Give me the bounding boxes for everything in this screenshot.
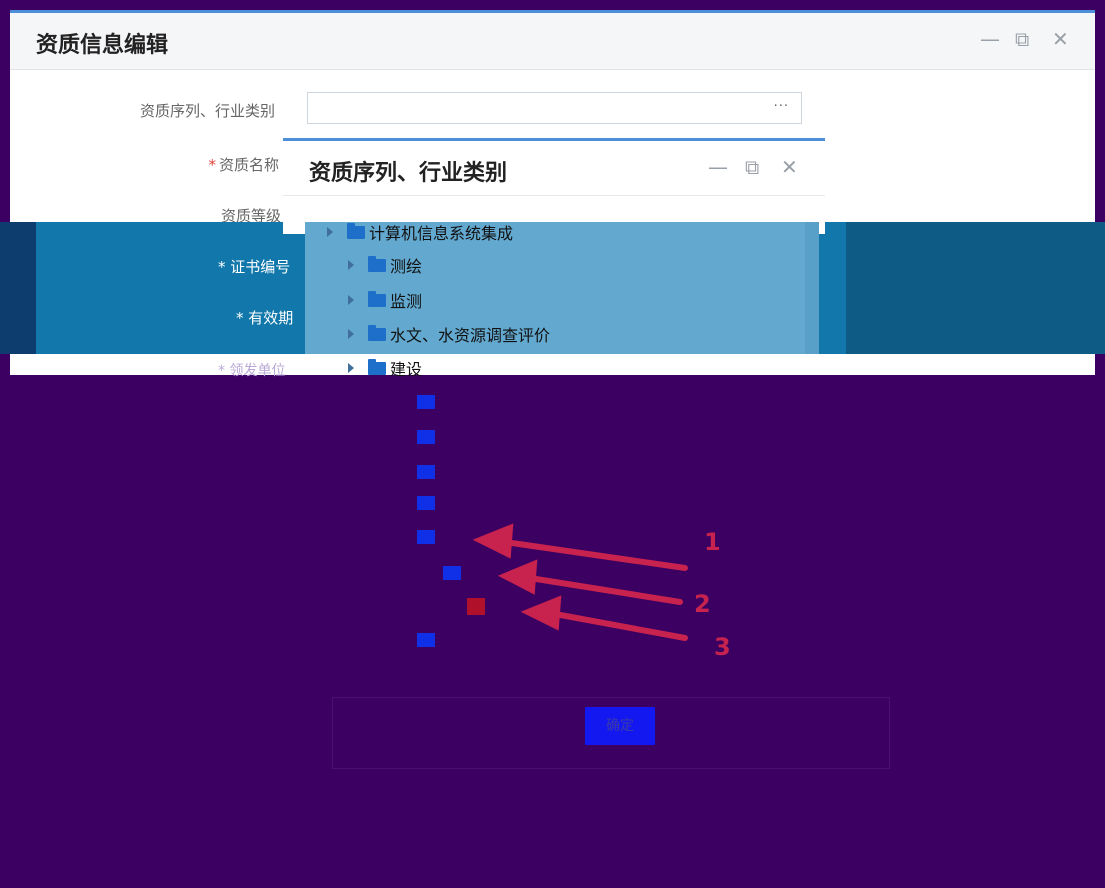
folder-icon bbox=[417, 395, 435, 409]
expand-arrow-icon[interactable] bbox=[348, 295, 354, 305]
certificate-number-label: * 证书编号 bbox=[218, 258, 291, 276]
qualification-name-label: * 资质名称 bbox=[208, 156, 279, 174]
folder-icon bbox=[347, 222, 365, 239]
validity-label: * 有效期 bbox=[236, 309, 294, 327]
tree-item-monitoring[interactable]: 监测 bbox=[348, 288, 422, 316]
tree-item-hydrology[interactable]: 水文、水资源调查评价 bbox=[348, 322, 550, 350]
sub-dialog-title: 资质序列、行业类别 bbox=[309, 161, 508, 186]
folder-icon bbox=[368, 255, 386, 272]
expand-arrow-icon[interactable] bbox=[348, 329, 354, 339]
sub-maximize-icon[interactable]: ⧉ bbox=[745, 155, 759, 179]
annotation-number-1: 1 bbox=[704, 528, 721, 556]
arrow-head-icon bbox=[497, 559, 538, 595]
annotation-arrow-3 bbox=[552, 611, 688, 641]
close-icon[interactable]: ✕ bbox=[1052, 27, 1069, 51]
expand-arrow-icon[interactable] bbox=[348, 260, 354, 270]
tree-item-construction[interactable]: 建设 bbox=[348, 356, 422, 384]
folder-icon bbox=[417, 430, 435, 444]
issuing-unit-label: * 领发单位 bbox=[218, 363, 286, 379]
tree-item-computer-integration[interactable]: 计算机信息系统集成 bbox=[327, 220, 513, 248]
sub-dialog-divider bbox=[283, 195, 825, 196]
annotation-number-3: 3 bbox=[714, 633, 731, 661]
main-dialog-title: 资质信息编辑 bbox=[36, 33, 169, 58]
overlay-band-edge bbox=[0, 222, 36, 354]
folder-icon bbox=[417, 633, 435, 647]
folder-icon bbox=[417, 530, 435, 544]
folder-icon bbox=[368, 324, 386, 341]
expand-arrow-icon[interactable] bbox=[348, 363, 354, 373]
tree-scrollbar[interactable] bbox=[805, 222, 819, 354]
main-dialog-titlebar: 资质信息编辑 — ⧉ ✕ bbox=[10, 10, 1095, 70]
sub-minimize-icon[interactable]: — bbox=[708, 155, 728, 179]
expand-arrow-icon[interactable] bbox=[327, 227, 333, 237]
arrow-head-icon bbox=[520, 595, 562, 631]
maximize-icon[interactable]: ⧉ bbox=[1015, 27, 1029, 51]
minimize-icon[interactable]: — bbox=[980, 27, 1000, 51]
series-industry-label: 资质序列、行业类别 bbox=[139, 102, 275, 120]
arrow-head-icon bbox=[472, 523, 514, 559]
series-industry-input[interactable]: ··· bbox=[307, 92, 802, 124]
folder-icon bbox=[368, 358, 386, 375]
folder-icon bbox=[368, 290, 386, 307]
folder-icon bbox=[443, 566, 461, 580]
annotation-arrow-2 bbox=[527, 575, 683, 605]
annotation-number-2: 2 bbox=[694, 590, 711, 618]
tree-item-surveying[interactable]: 测绘 bbox=[348, 253, 422, 281]
folder-icon bbox=[417, 496, 435, 510]
folder-icon bbox=[417, 465, 435, 479]
browse-button[interactable]: ··· bbox=[774, 99, 789, 114]
sub-close-icon[interactable]: ✕ bbox=[781, 155, 798, 179]
confirm-button[interactable]: 确定 bbox=[585, 707, 655, 745]
